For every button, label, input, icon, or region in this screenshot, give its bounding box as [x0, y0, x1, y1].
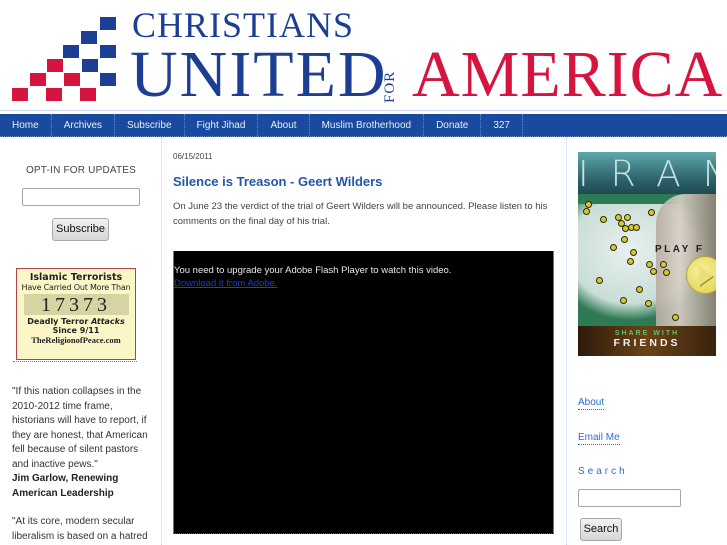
widget-line-1: Islamic Terrorists [29, 272, 123, 283]
video-player[interactable]: You need to upgrade your Adobe Flash Pla… [173, 251, 554, 534]
ad-header: IRAN [578, 152, 716, 195]
download-flash-link[interactable]: Download it from Adobe. [174, 278, 278, 289]
sidebar-quote: "If this nation collapses in the 2010-20… [12, 386, 148, 470]
logo-square [47, 59, 63, 72]
nuclear-site-icon [600, 216, 607, 223]
nav-item-subscribe[interactable]: Subscribe [115, 114, 185, 136]
nav-item-fight-jihad[interactable]: Fight Jihad [185, 114, 259, 136]
logo-square [64, 73, 80, 86]
nav-item-muslim-brotherhood[interactable]: Muslim Brotherhood [310, 114, 425, 136]
nuclear-site-icon [630, 249, 637, 256]
subscribe-button[interactable]: Subscribe [52, 218, 109, 241]
logo-square [12, 88, 28, 101]
ad-play-text: PLAY F [655, 244, 705, 255]
logo-square [100, 17, 116, 30]
flash-upgrade-message: You need to upgrade your Adobe Flash Pla… [174, 265, 452, 276]
search-button[interactable]: Search [580, 518, 622, 541]
nuclear-site-icon [624, 214, 631, 221]
widget-source: TheReligionofPeace.com [31, 335, 121, 345]
nuclear-site-icon [646, 261, 653, 268]
post-date: 06/15/2011 [173, 152, 213, 161]
nuclear-site-icon [650, 268, 657, 275]
sidebar-quote: "At its core, modern secular liberalism … [12, 516, 148, 542]
nav-item-archives[interactable]: Archives [52, 114, 116, 136]
nav-item-home[interactable]: Home [0, 114, 52, 136]
post-title[interactable]: Silence is Treason - Geert Wilders [173, 174, 382, 189]
logo-square [46, 88, 62, 101]
nuclear-site-icon [621, 236, 628, 243]
logo-square [82, 59, 98, 72]
attack-count: 17373 [23, 294, 129, 316]
right-sidebar: IRAN P [566, 137, 727, 545]
nuclear-site-icon [583, 208, 590, 215]
post-body: On June 23 the verdict of the trial of G… [173, 201, 548, 227]
terror-attacks-counter-widget[interactable]: Islamic Terrorists Have Carried Out More… [16, 268, 136, 360]
header-divider [0, 110, 727, 111]
nuclear-site-icon [585, 201, 592, 208]
nuclear-site-icon [648, 209, 655, 216]
sidebar-link-about[interactable]: About [578, 397, 605, 410]
nuclear-site-icon [620, 297, 627, 304]
nuclear-site-icon [660, 261, 667, 268]
logo-text-america: AMERICA [412, 38, 724, 111]
ad-footer: SHARE WITH FRIENDS [578, 326, 716, 356]
main-nav: Home Archives Subscribe Fight Jihad Abou… [0, 114, 727, 137]
sidebar-link-email-me[interactable]: Email Me [578, 432, 620, 445]
logo-square [100, 45, 116, 58]
logo-text-united: UNITED [130, 38, 388, 111]
nuclear-site-icon [645, 300, 652, 307]
logo-square [63, 45, 79, 58]
nuclear-site-icon [633, 224, 640, 231]
nav-item-327[interactable]: 327 [481, 114, 523, 136]
play-icon[interactable] [686, 256, 716, 294]
widget-line-4: Since 9/11 [52, 326, 100, 335]
search-heading: Search [578, 466, 628, 477]
nuclear-site-icon [596, 277, 603, 284]
logo-square [81, 31, 97, 44]
ad-friends: FRIENDS [613, 337, 681, 349]
nuclear-site-icon [672, 314, 679, 321]
iran-ad-banner[interactable]: IRAN P [578, 152, 716, 356]
logo-square [30, 73, 46, 86]
optin-title: OPT-IN FOR UPDATES [25, 165, 137, 176]
nuclear-site-icon [636, 286, 643, 293]
nav-item-about[interactable]: About [258, 114, 310, 136]
widget-line-2: Have Carried Out More Than [21, 283, 131, 292]
sidebar-quote-author: Jim Garlow, Renewing American Leadership [12, 473, 119, 499]
widget-line-3-italic: Attacks [91, 317, 125, 326]
nav-item-donate[interactable]: Donate [424, 114, 482, 136]
nuclear-site-icon [627, 258, 634, 265]
logo-square [100, 73, 116, 86]
ad-share-with: SHARE WITH [614, 330, 680, 337]
widget-link-underline [13, 361, 137, 362]
optin-email-input[interactable] [22, 188, 140, 206]
search-input[interactable] [578, 489, 681, 507]
nuclear-site-icon [610, 244, 617, 251]
widget-line-3: Deadly Terror Attacks [17, 317, 135, 326]
ad-title: IRAN [578, 154, 716, 195]
logo-square [80, 88, 96, 101]
main-content: 06/15/2011 Silence is Treason - Geert Wi… [162, 137, 566, 545]
widget-line-3-prefix: Deadly Terror [27, 317, 92, 326]
logo-text-for: FOR [382, 70, 398, 103]
nuclear-site-icon [663, 269, 670, 276]
left-sidebar: OPT-IN FOR UPDATES Subscribe Islamic Ter… [0, 137, 162, 545]
site-header: CHRISTIANS UNITED FOR AMERICA [0, 0, 727, 114]
